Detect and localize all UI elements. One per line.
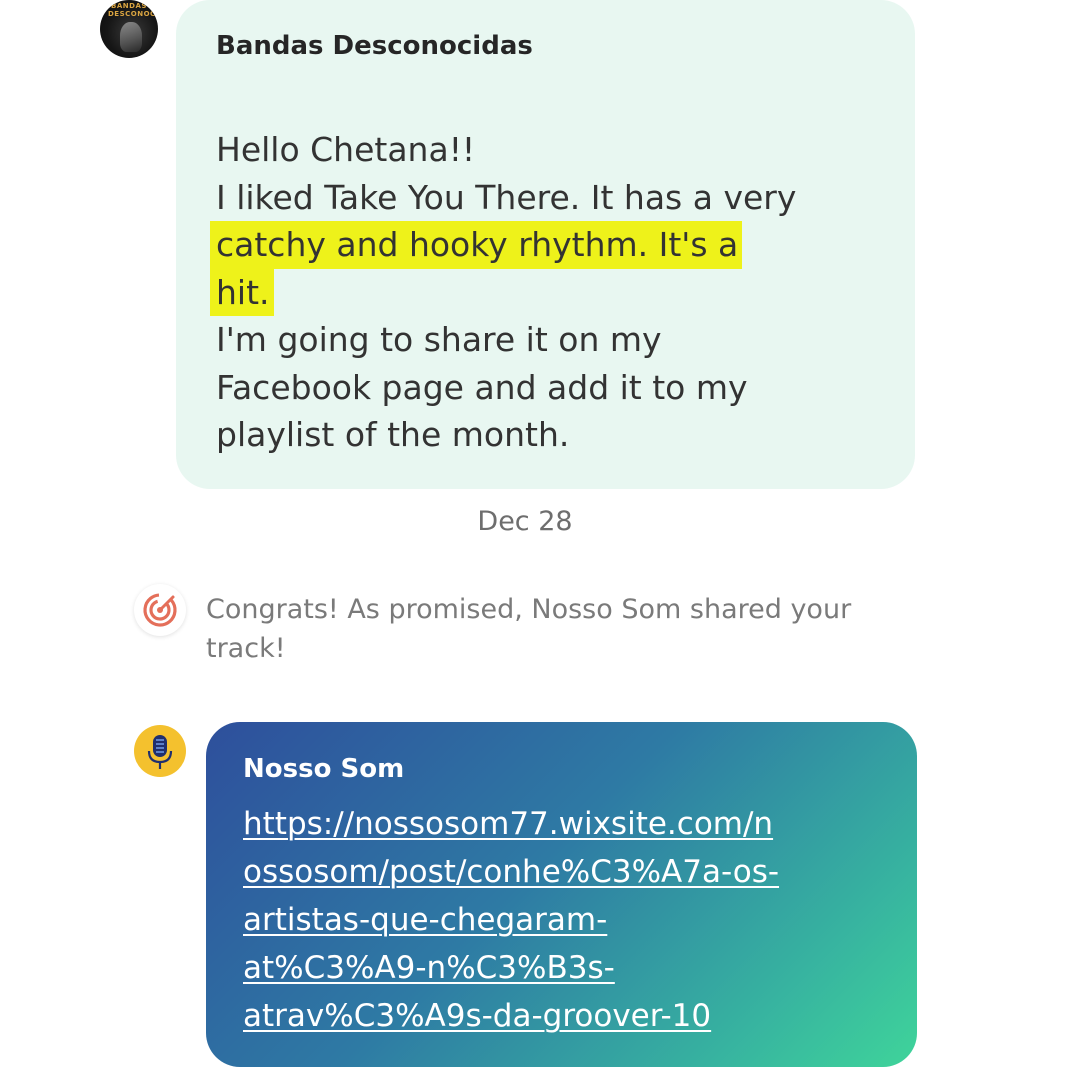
avatar-bandas-desconocidas[interactable]: BANDAS DESCONOCIDAS — [100, 0, 158, 58]
system-message-line: Congrats! As promised, Nosso Som shared … — [206, 594, 852, 625]
avatar-logo-text: BANDAS DESCONOCIDAS — [108, 2, 158, 18]
link-line[interactable]: ossosom/post/conhe%C3%A7a-os- — [243, 848, 903, 896]
message-bubble-bandas: Bandas Desconocidas Hello Chetana!! I li… — [176, 0, 915, 489]
message-line: Hello Chetana!! — [216, 130, 476, 169]
message-line: I'm going to share it on my — [216, 320, 662, 359]
target-icon — [134, 584, 186, 636]
message-text: Hello Chetana!! I liked Take You There. … — [210, 126, 896, 459]
microphone-icon[interactable] — [134, 725, 186, 777]
link-line[interactable]: at%C3%A9-n%C3%B3s- — [243, 944, 903, 992]
message-sender-name[interactable]: Bandas Desconocidas — [216, 31, 533, 61]
highlight-mark: hit. — [210, 268, 274, 316]
target-icon-svg — [143, 593, 177, 627]
microphone-icon-svg — [147, 735, 173, 769]
message-sender-name[interactable]: Nosso Som — [243, 754, 404, 784]
message-line-highlighted: catchy and hooky rhythm. It's a — [210, 221, 896, 269]
message-line: I liked Take You There. It has a very — [216, 177, 797, 217]
message-line-highlighted: hit. — [210, 268, 896, 316]
system-message: Congrats! As promised, Nosso Som shared … — [206, 590, 926, 668]
message-link[interactable]: https://nossosom77.wixsite.com/n ossosom… — [243, 800, 903, 1040]
highlight-mark: catchy and hooky rhythm. It's a — [210, 221, 743, 269]
link-line[interactable]: artistas-que-chegaram- — [243, 896, 903, 944]
system-message-line: track! — [206, 633, 286, 664]
message-bubble-nosso-som: Nosso Som https://nossosom77.wixsite.com… — [206, 722, 917, 1067]
band-logo-avatar-figure — [120, 22, 142, 52]
link-line[interactable]: atrav%C3%A9s-da-groover-10 — [243, 992, 903, 1040]
date-separator: Dec 28 — [477, 506, 573, 537]
message-line: playlist of the month. — [216, 415, 570, 454]
link-line[interactable]: https://nossosom77.wixsite.com/n — [243, 800, 903, 848]
message-line: Facebook page and add it to my — [216, 367, 748, 407]
